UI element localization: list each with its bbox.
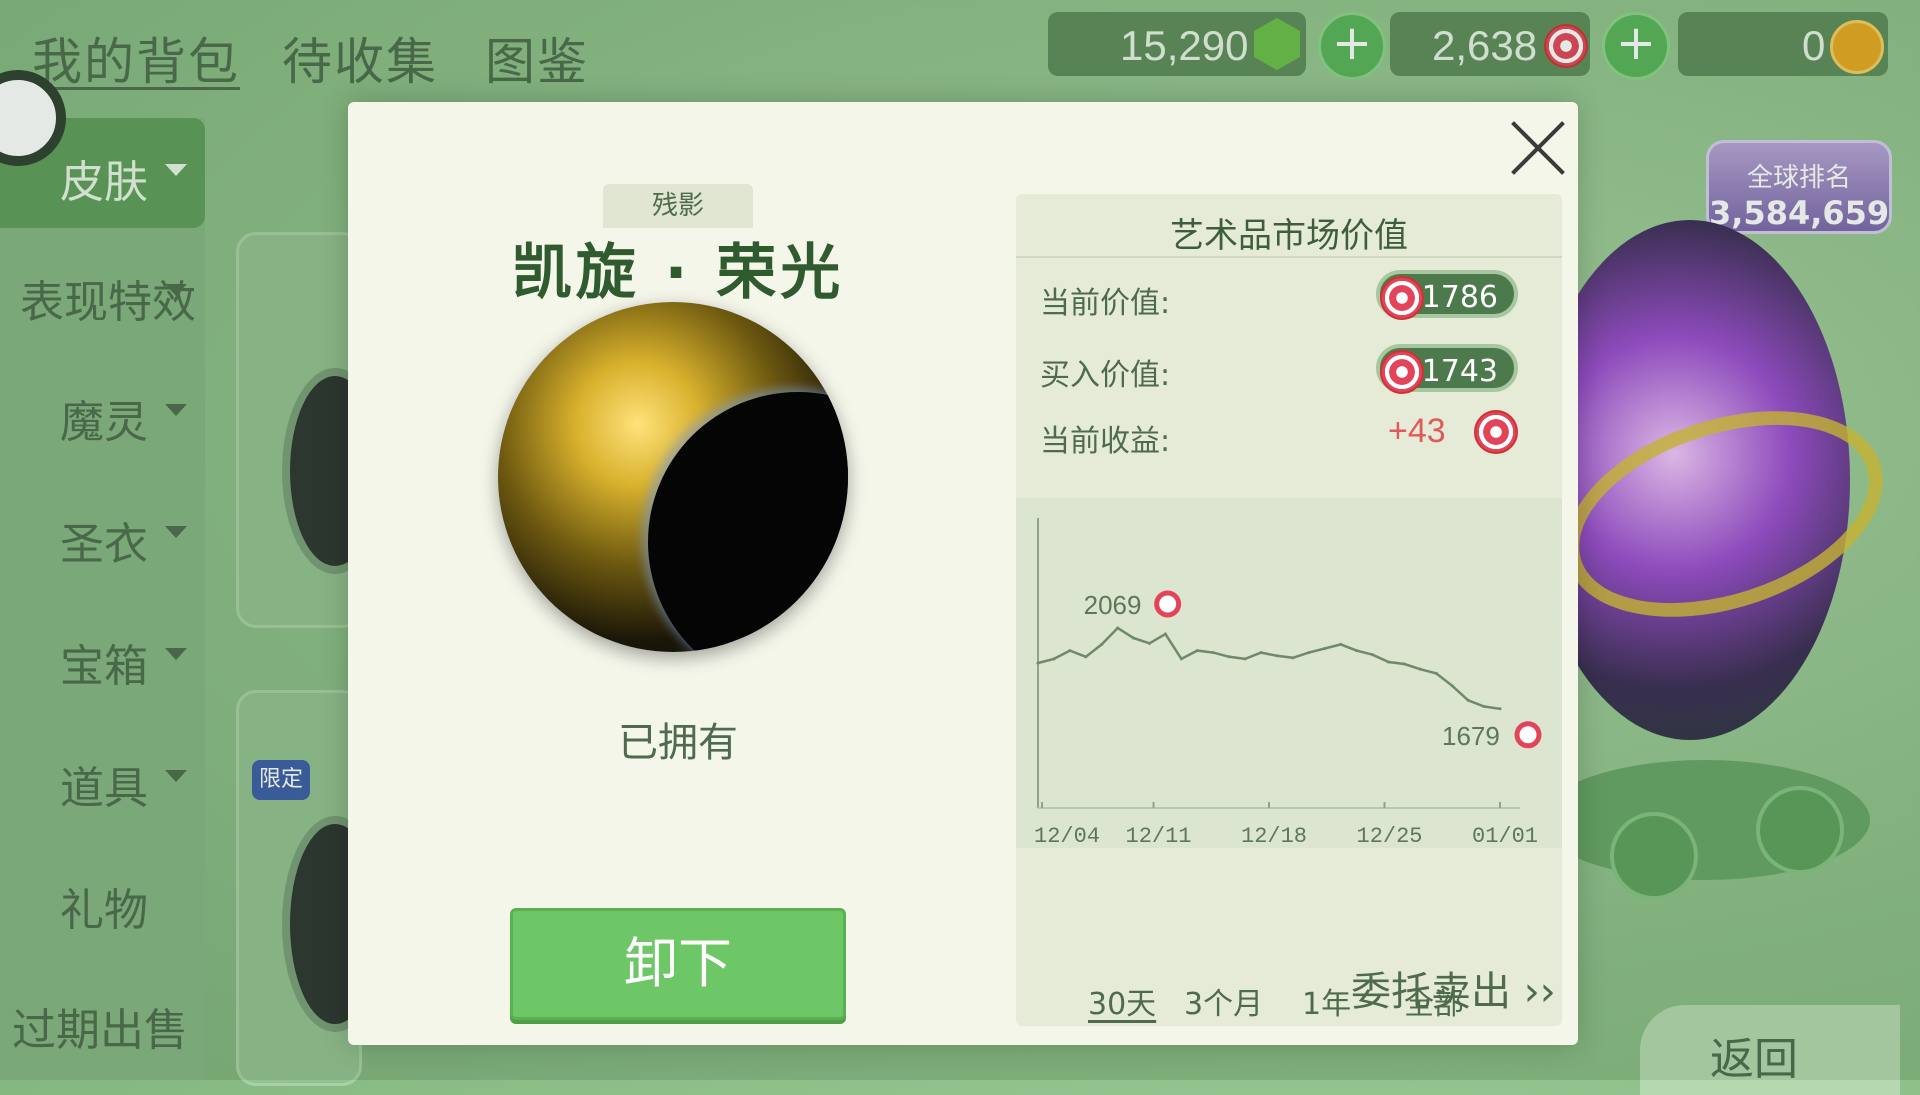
item-type-tag: 残影 — [603, 184, 753, 228]
x-tick-label: 12/04 — [1034, 824, 1100, 848]
lollipop-icon — [1154, 590, 1182, 618]
data-label: 2069 — [1084, 590, 1142, 620]
data-point — [1227, 655, 1231, 659]
item-detail-dialog: 残影 凯旋 · 荣光 已拥有 卸下 艺术品市场价值 当前价值: 1786 买入价… — [348, 102, 1578, 1045]
price-chart-svg: 12/04 12/11 12/18 12/25 01/01 2069 1679 — [1034, 518, 1542, 849]
range-tab[interactable]: 3个月 — [1184, 979, 1263, 1023]
range-tab[interactable]: 30天 — [1088, 979, 1156, 1023]
data-point — [1211, 651, 1215, 655]
unequip-button[interactable]: 卸下 — [510, 908, 846, 1020]
price-chart: 12/04 12/11 12/18 12/25 01/01 2069 1679 — [1016, 498, 1562, 849]
data-point — [1371, 653, 1375, 657]
data-point — [1132, 636, 1136, 640]
data-point — [1100, 642, 1104, 646]
data-point — [1434, 671, 1438, 675]
data-point — [1068, 649, 1072, 653]
lollipop-icon — [1380, 350, 1424, 394]
lollipop-icon — [1380, 276, 1424, 320]
data-point — [1275, 654, 1279, 658]
data-point — [1084, 655, 1088, 659]
data-point — [1482, 705, 1486, 708]
data-point — [1418, 667, 1422, 671]
data-point — [1498, 707, 1502, 711]
data-label: 1679 — [1442, 721, 1500, 751]
data-point — [1259, 651, 1263, 655]
data-point — [1195, 649, 1199, 653]
owned-status: 已拥有 — [618, 720, 738, 766]
lollipop-icon — [1474, 410, 1518, 454]
data-point — [1402, 662, 1406, 666]
data-point — [1163, 632, 1167, 636]
data-point — [1116, 626, 1120, 630]
item-artwork — [498, 302, 848, 652]
data-point — [1450, 684, 1454, 688]
panel-title: 艺术品市场价值 — [1170, 216, 1408, 256]
data-point — [1243, 657, 1247, 661]
current-value-label: 当前价值: — [1040, 286, 1171, 321]
data-point — [1148, 641, 1152, 645]
data-point — [1052, 657, 1056, 661]
x-tick-label: 01/01 — [1472, 824, 1538, 848]
x-tick-label: 12/11 — [1126, 824, 1192, 848]
buy-value-label: 买入价值: — [1040, 358, 1171, 393]
profit-value: +43 — [1388, 412, 1446, 450]
item-title: 凯旋 · 荣光 — [511, 238, 845, 308]
data-point — [1355, 649, 1359, 653]
data-point — [1323, 647, 1327, 650]
x-tick-label: 12/25 — [1357, 824, 1423, 848]
price-line — [1037, 626, 1501, 711]
data-point — [1339, 642, 1343, 646]
data-point — [1179, 657, 1183, 661]
range-tab[interactable]: 1年 — [1302, 979, 1351, 1023]
data-point — [1291, 656, 1295, 660]
data-point — [1307, 651, 1311, 655]
close-icon[interactable] — [1508, 118, 1568, 178]
profit-label: 当前收益: — [1040, 424, 1171, 459]
data-point — [1466, 698, 1470, 702]
data-point — [1386, 660, 1390, 664]
x-tick-label: 12/18 — [1241, 824, 1307, 848]
range-tab[interactable]: 全部 — [1404, 979, 1464, 1023]
lollipop-icon — [1514, 721, 1542, 749]
market-value-panel: 艺术品市场价值 当前价值: 1786 买入价值: 1743 当前收益: +43 … — [1016, 194, 1562, 1026]
data-point — [1036, 661, 1040, 665]
